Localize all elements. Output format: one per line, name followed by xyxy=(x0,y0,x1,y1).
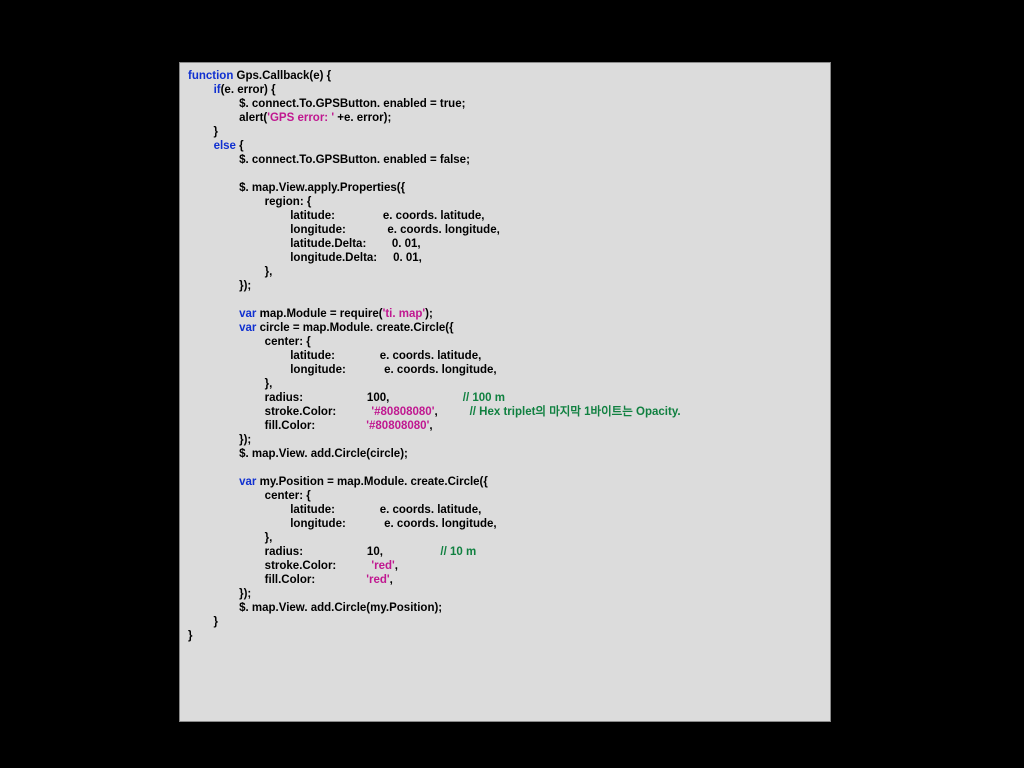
code-token: , xyxy=(390,574,393,586)
code-token: $. connect.To.GPSButton. enabled = true; xyxy=(188,98,465,110)
code-token xyxy=(188,84,214,96)
code-token: latitude.Delta: 0. 01, xyxy=(188,238,421,250)
code-token: // 10 m xyxy=(440,546,476,558)
code-token: $. map.View. add.Circle(my.Position); xyxy=(188,602,442,614)
code-token: , xyxy=(434,406,469,418)
code-token: fill.Color: xyxy=(188,574,366,586)
code-token: function xyxy=(188,70,233,82)
code-block: function Gps.Callback(e) { if(e. error) … xyxy=(188,69,822,643)
code-token xyxy=(188,140,214,152)
code-token: circle = map.Module. create.Circle({ xyxy=(256,322,453,334)
code-token: }, xyxy=(188,532,272,544)
code-token: +e. error); xyxy=(334,112,391,124)
code-token: var xyxy=(239,476,256,488)
code-token: Gps.Callback(e) { xyxy=(233,70,331,82)
code-token: var xyxy=(239,322,256,334)
code-token: }); xyxy=(188,434,251,446)
code-token: 'red' xyxy=(371,560,394,572)
code-token: latitude: e. coords. latitude, xyxy=(188,504,481,516)
code-token: latitude: e. coords. latitude, xyxy=(188,210,485,222)
code-token: stroke.Color: xyxy=(188,406,371,418)
code-token: radius: 100, xyxy=(188,392,463,404)
code-token: longitude: e. coords. longitude, xyxy=(188,364,497,376)
code-token: alert( xyxy=(188,112,267,124)
code-token xyxy=(188,322,239,334)
code-token: }); xyxy=(188,588,251,600)
code-token: $. connect.To.GPSButton. enabled = false… xyxy=(188,154,470,166)
code-token: '#80808080' xyxy=(371,406,434,418)
code-token: // Hex triplet의 마지막 1바이트는 Opacity. xyxy=(470,406,681,418)
code-token: ); xyxy=(425,308,433,320)
code-token: radius: 10, xyxy=(188,546,440,558)
code-token: else xyxy=(214,140,236,152)
code-token: my.Position = map.Module. create.Circle(… xyxy=(256,476,487,488)
code-token: region: { xyxy=(188,196,311,208)
code-token: var xyxy=(239,308,256,320)
code-token: $. map.View. add.Circle(circle); xyxy=(188,448,408,460)
code-token: $. map.View.apply.Properties({ xyxy=(188,182,405,194)
code-token: }, xyxy=(188,266,272,278)
code-token: 'red' xyxy=(366,574,389,586)
code-token: 'GPS error: ' xyxy=(267,112,334,124)
code-token: }, xyxy=(188,378,272,390)
code-token: stroke.Color: xyxy=(188,560,371,572)
code-token: longitude: e. coords. longitude, xyxy=(188,518,497,530)
code-token xyxy=(188,308,239,320)
code-token: { xyxy=(236,140,244,152)
code-token: longitude.Delta: 0. 01, xyxy=(188,252,422,264)
code-token: } xyxy=(188,126,218,138)
code-token: longitude: e. coords. longitude, xyxy=(188,224,500,236)
code-token: if xyxy=(214,84,221,96)
code-token: center: { xyxy=(188,336,311,348)
code-token: , xyxy=(429,420,432,432)
code-token xyxy=(188,476,239,488)
code-token: 'ti. map' xyxy=(383,308,426,320)
code-token: }); xyxy=(188,280,251,292)
code-token: map.Module = require( xyxy=(256,308,382,320)
code-token: } xyxy=(188,630,192,642)
code-token: center: { xyxy=(188,490,311,502)
code-token: , xyxy=(395,560,398,572)
code-slide: function Gps.Callback(e) { if(e. error) … xyxy=(179,62,831,722)
code-token: (e. error) { xyxy=(221,84,276,96)
code-token: } xyxy=(188,616,218,628)
code-token: latitude: e. coords. latitude, xyxy=(188,350,481,362)
code-token: // 100 m xyxy=(463,392,505,404)
code-token: fill.Color: xyxy=(188,420,366,432)
code-token: '#80808080' xyxy=(366,420,429,432)
